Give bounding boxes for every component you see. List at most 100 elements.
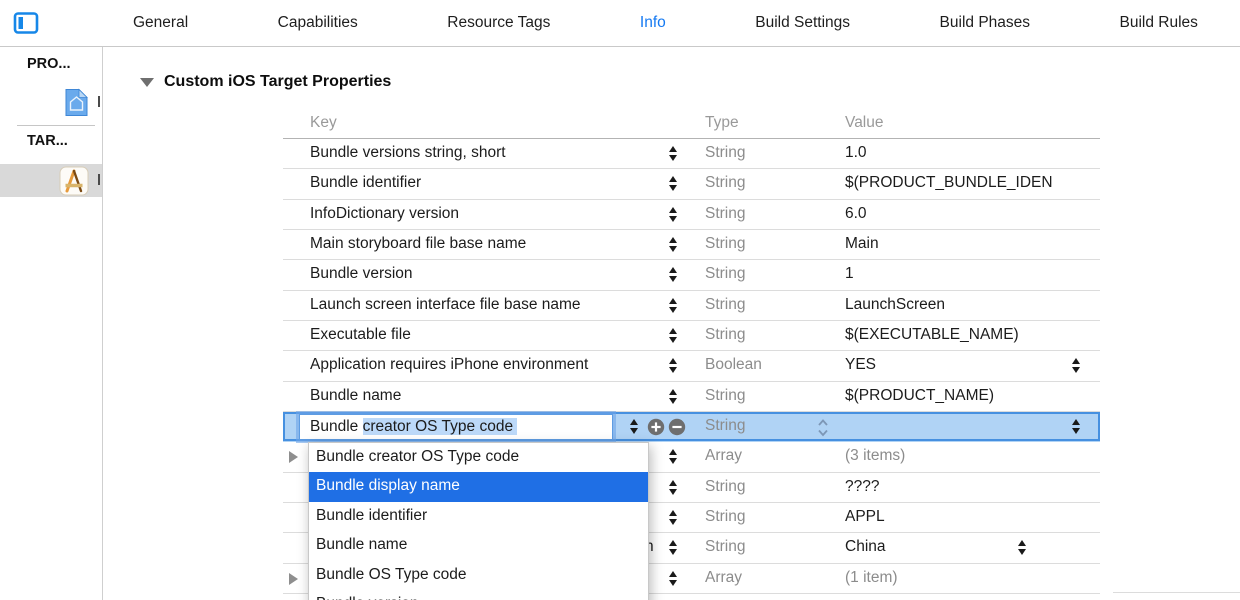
value-stepper-icon[interactable] [1072, 358, 1080, 373]
property-row[interactable]: Bundle version String 1 [283, 260, 1100, 290]
tab-capabilities[interactable]: Capabilities [278, 14, 358, 32]
type-popup-chevrons-icon[interactable] [816, 415, 830, 445]
value-stepper-icon[interactable] [1072, 419, 1080, 434]
property-key[interactable]: Bundle version [310, 265, 413, 283]
property-type[interactable]: String [705, 174, 746, 192]
property-value[interactable]: ???? [845, 478, 1098, 496]
key-stepper-icon[interactable] [669, 207, 677, 222]
key-stepper-icon[interactable] [669, 571, 677, 586]
autocomplete-item[interactable]: Bundle name [309, 531, 648, 560]
property-value[interactable]: 1 [845, 265, 1098, 283]
add-property-button[interactable] [647, 418, 665, 436]
property-type[interactable]: Array [705, 447, 742, 465]
row-disclosure-triangle-icon[interactable] [289, 573, 298, 585]
autocomplete-item[interactable]: Bundle version [309, 590, 648, 600]
sidebar-item-project[interactable] [0, 86, 102, 119]
property-type[interactable]: String [705, 205, 746, 223]
property-key[interactable]: Bundle identifier [310, 174, 421, 192]
property-row[interactable]: Executable file String $(EXECUTABLE_NAME) [283, 321, 1100, 351]
property-type[interactable]: String [705, 478, 746, 496]
property-row-selected[interactable]: Bundle creator OS Type code String [283, 412, 1100, 442]
project-file-icon [64, 88, 89, 117]
property-key[interactable]: Main storyboard file base name [310, 235, 526, 253]
property-type[interactable]: String [705, 387, 746, 405]
tab-resource-tags[interactable]: Resource Tags [447, 14, 550, 32]
property-type[interactable]: String [705, 296, 746, 314]
property-value[interactable]: YES [845, 356, 1098, 374]
tab-general[interactable]: General [133, 14, 188, 32]
property-type[interactable]: String [705, 417, 746, 435]
key-stepper-icon[interactable] [669, 358, 677, 373]
toggle-navigator-icon[interactable] [13, 10, 39, 36]
property-type[interactable]: String [705, 326, 746, 344]
key-stepper-icon[interactable] [630, 419, 638, 434]
property-type[interactable]: String [705, 144, 746, 162]
key-stepper-icon[interactable] [669, 237, 677, 252]
property-value[interactable]: China [845, 538, 1098, 556]
property-value[interactable]: APPL [845, 508, 1098, 526]
property-key[interactable]: Launch screen interface file base name [310, 296, 581, 314]
row-disclosure-triangle-icon[interactable] [289, 451, 298, 463]
app-target-icon [59, 166, 89, 196]
clipped-text-fragment [98, 174, 100, 185]
autocomplete-item[interactable]: Bundle identifier [309, 502, 648, 531]
editor-tab-bar: General Capabilities Resource Tags Info Buil… [0, 0, 1240, 47]
property-key[interactable]: Bundle name [310, 387, 401, 405]
property-row[interactable]: Main storyboard file base name String Main [283, 230, 1100, 260]
editor-tabs: General Capabilities Resource Tags Info Buil… [105, 0, 1240, 46]
table-header: Key Type Value [283, 108, 1100, 139]
property-type[interactable]: Array [705, 569, 742, 587]
property-type[interactable]: String [705, 235, 746, 253]
remove-property-button[interactable] [668, 418, 686, 436]
property-value[interactable]: 6.0 [845, 205, 1098, 223]
tab-build-rules[interactable]: Build Rules [1120, 14, 1198, 32]
property-value[interactable]: Main [845, 235, 1098, 253]
value-stepper-icon[interactable] [1018, 540, 1026, 555]
autocomplete-item[interactable]: Bundle creator OS Type code [309, 443, 648, 472]
field-text-selection: creator OS Type code [363, 418, 518, 435]
key-autocomplete-menu: Bundle creator OS Type codeBundle displa… [308, 442, 649, 600]
tab-build-settings[interactable]: Build Settings [755, 14, 850, 32]
property-type[interactable]: String [705, 508, 746, 526]
key-edit-field[interactable]: Bundle creator OS Type code [299, 414, 613, 440]
property-value[interactable]: $(PRODUCT_BUNDLE_IDEN [845, 174, 1098, 192]
property-row[interactable]: Launch screen interface file base name St… [283, 291, 1100, 321]
key-stepper-icon[interactable] [669, 449, 677, 464]
key-stepper-icon[interactable] [669, 267, 677, 282]
key-stepper-icon[interactable] [669, 176, 677, 191]
column-header-type: Type [705, 114, 739, 132]
key-stepper-icon[interactable] [669, 328, 677, 343]
key-stepper-icon[interactable] [669, 298, 677, 313]
key-stepper-icon[interactable] [669, 146, 677, 161]
property-value[interactable]: $(EXECUTABLE_NAME) [845, 326, 1098, 344]
property-row[interactable]: Bundle versions string, short String 1.0 [283, 139, 1100, 169]
property-key[interactable]: Executable file [310, 326, 411, 344]
key-stepper-icon[interactable] [669, 389, 677, 404]
property-row[interactable]: InfoDictionary version String 6.0 [283, 200, 1100, 230]
sidebar-item-target[interactable] [0, 164, 102, 197]
property-type[interactable]: String [705, 265, 746, 283]
property-value[interactable]: $(PRODUCT_NAME) [845, 387, 1098, 405]
tab-build-phases[interactable]: Build Phases [940, 14, 1030, 32]
property-type[interactable]: String [705, 538, 746, 556]
property-type[interactable]: Boolean [705, 356, 762, 374]
key-stepper-icon[interactable] [669, 480, 677, 495]
section-header: Custom iOS Target Properties [140, 73, 391, 91]
property-key[interactable]: Bundle versions string, short [310, 144, 506, 162]
property-value[interactable]: 1.0 [845, 144, 1098, 162]
autocomplete-item[interactable]: Bundle display name [309, 472, 648, 501]
autocomplete-item[interactable]: Bundle OS Type code [309, 561, 648, 590]
property-row[interactable]: Application requires iPhone environment B… [283, 351, 1100, 381]
property-value[interactable]: (1 item) [845, 569, 1098, 587]
key-stepper-icon[interactable] [669, 510, 677, 525]
property-value[interactable]: LaunchScreen [845, 296, 1098, 314]
property-row[interactable]: Bundle identifier String $(PRODUCT_BUNDLE_… [283, 169, 1100, 199]
tab-info[interactable]: Info [640, 14, 666, 32]
column-header-value: Value [845, 114, 884, 132]
property-key[interactable]: InfoDictionary version [310, 205, 459, 223]
property-row[interactable]: Bundle name String $(PRODUCT_NAME) [283, 382, 1100, 412]
property-value[interactable]: (3 items) [845, 447, 1098, 465]
section-disclosure-triangle-icon[interactable] [140, 78, 154, 87]
property-key[interactable]: Application requires iPhone environment [310, 356, 588, 374]
key-stepper-icon[interactable] [669, 540, 677, 555]
